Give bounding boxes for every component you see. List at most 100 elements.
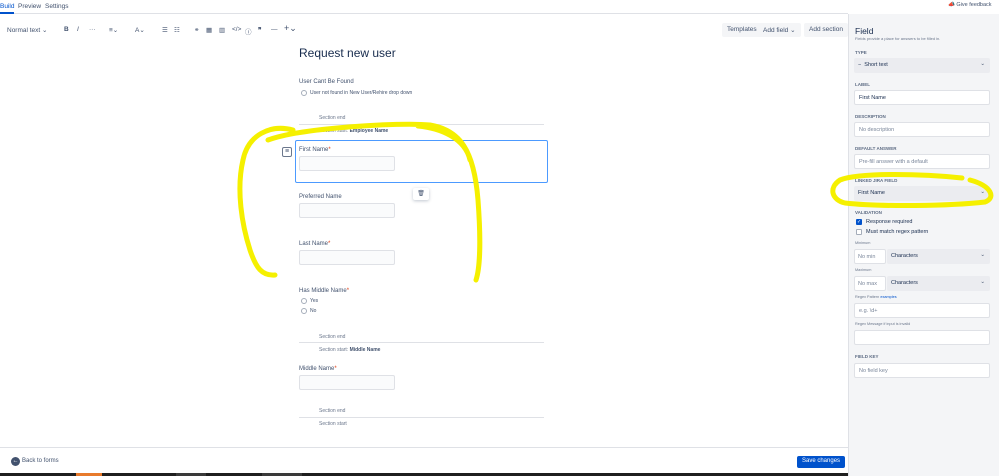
section-end-label: Section end [319,115,346,121]
insert-plus-icon[interactable]: +⌄ [284,23,297,34]
question-label: User Cant Be Found [299,79,354,85]
field-settings-panel: Field Fields provide a place for answers… [848,14,999,476]
label-label: LABEL [855,82,870,87]
section-start-prefix: Section start: [319,128,349,134]
editor-toolbar: Normal text ⌄ B I ··· ≡⌄ A⌄ ☰ ☷ ⚭ ▦ ▥ </… [0,22,848,38]
first-name-text: First Name [299,147,329,153]
megaphone-icon: 📣 [948,2,955,8]
section-start-label: Section start [319,421,347,427]
give-feedback-label: Give feedback [956,2,992,8]
bullet-list-icon[interactable]: ☰ [162,26,168,34]
type-select[interactable]: − Short text ⌄ [854,58,990,73]
trash-icon[interactable]: 🗑 [413,188,429,200]
field-key-input[interactable]: No field key [854,363,990,378]
info-icon[interactable]: ⓘ [245,26,252,36]
middle-name-text: Middle Name [299,366,335,372]
form-canvas: Request new user User Cant Be Found User… [0,40,848,447]
panel-title: Field [855,26,874,36]
last-name-text: Last Name [299,241,329,247]
required-asterisk: * [328,147,331,153]
regex-message-input[interactable] [854,330,990,345]
middle-name-input[interactable] [299,375,395,390]
regex-pattern-checkbox[interactable] [856,229,862,235]
linked-jira-field-label: LINKED JIRA FIELD [855,178,898,183]
section-divider [299,342,544,343]
preferred-name-input[interactable] [299,203,395,218]
chevron-down-icon: ⌄ [980,279,985,285]
last-name-input[interactable] [299,250,395,265]
min-unit-select[interactable]: Characters ⌄ [887,249,990,264]
give-feedback-link[interactable]: 📣 Give feedback [948,2,992,8]
chevron-down-icon: ⌄ [980,61,985,67]
default-answer-input[interactable]: Pre-fill answer with a default [854,154,990,169]
chevron-down-icon: ⌄ [980,189,985,195]
add-field-button[interactable]: Add field ⌄ [758,23,801,37]
regex-message-label: Regex Message if input is invalid [855,322,911,326]
panel-subtitle: Fields provide a place for answers to be… [855,36,941,41]
radio-yes[interactable] [301,298,307,304]
minimum-label: Minimum [855,241,871,245]
chevron-down-icon: ⌄ [790,27,796,34]
section-divider [299,124,544,125]
quote-icon[interactable]: ❞ [258,26,262,34]
text-style-dropdown[interactable]: Normal text ⌄ [7,26,48,34]
back-label: Back to forms [22,458,59,464]
numbered-list-icon[interactable]: ☷ [174,26,180,34]
has-middle-text: Has Middle Name [299,288,347,294]
field-label-preferred-name: Preferred Name [299,194,342,200]
description-input[interactable]: No description [854,122,990,137]
linked-jira-field-value: First Name [858,190,885,196]
section-name: Employee Name [349,128,389,134]
section-name: Middle Name [349,347,381,353]
section-start-prefix: Section start: [319,347,349,353]
radio-no[interactable] [301,308,307,314]
max-unit-select[interactable]: Characters ⌄ [887,276,990,291]
field-label-last-name: Last Name* [299,241,330,247]
tab-settings[interactable]: Settings [45,3,69,10]
type-label: TYPE [855,50,867,55]
radio-option[interactable] [301,90,307,96]
label-input[interactable]: First Name [854,90,990,105]
footer-bar: ← Back to forms Save changes [0,447,848,473]
required-asterisk: * [346,288,350,294]
max-input[interactable]: No max [854,276,886,291]
form-title[interactable]: Request new user [299,46,396,60]
section-divider [299,417,544,418]
divider-icon[interactable]: — [271,26,278,33]
field-label-first-name: First Name* [299,147,331,153]
link-icon[interactable]: ⚭ [194,26,199,34]
section-end-label: Section end [319,408,346,414]
top-nav: Build Preview Settings [0,0,848,14]
align-icon[interactable]: ≡⌄ [109,26,118,34]
save-changes-button[interactable]: Save changes [797,456,846,468]
code-icon[interactable]: </> [232,26,241,33]
tab-preview[interactable]: Preview [18,3,41,10]
short-text-icon: − [858,62,862,68]
section-start-label: Section start: Employee Name [319,128,388,134]
italic-icon[interactable]: I [77,26,79,33]
text-color-icon[interactable]: A⌄ [135,26,145,34]
templates-button[interactable]: Templates [722,23,762,37]
min-unit-value: Characters [891,253,918,259]
first-name-input[interactable] [299,156,395,171]
response-required-checkbox[interactable]: ✓ [856,219,862,225]
back-to-forms-link[interactable]: ← Back to forms [11,457,59,466]
layout-icon[interactable]: ▥ [219,26,225,34]
option-label: User not found in New User/Rehire drop d… [310,90,413,96]
regex-pattern-input[interactable]: e.g. \d+ [854,303,990,318]
field-key-label: FIELD KEY [855,354,879,359]
tab-build[interactable]: Build [0,3,14,10]
section-end-label: Section end [319,334,346,340]
regex-pattern-label: Must match regex pattern [866,229,929,235]
table-icon[interactable]: ▦ [206,26,212,34]
description-label: DESCRIPTION [855,114,886,119]
linked-jira-field-select[interactable]: First Name ⌄ [854,186,990,201]
drag-handle-icon[interactable]: ≡ [282,147,292,157]
bold-icon[interactable]: B [64,26,69,33]
regex-pattern-text: Regex Pattern [855,295,880,299]
regex-examples-link[interactable]: examples [880,295,896,299]
add-section-button[interactable]: Add section [804,23,848,37]
chevron-down-icon: ⌄ [980,252,985,258]
more-icon[interactable]: ··· [89,26,96,33]
min-input[interactable]: No min [854,249,886,264]
